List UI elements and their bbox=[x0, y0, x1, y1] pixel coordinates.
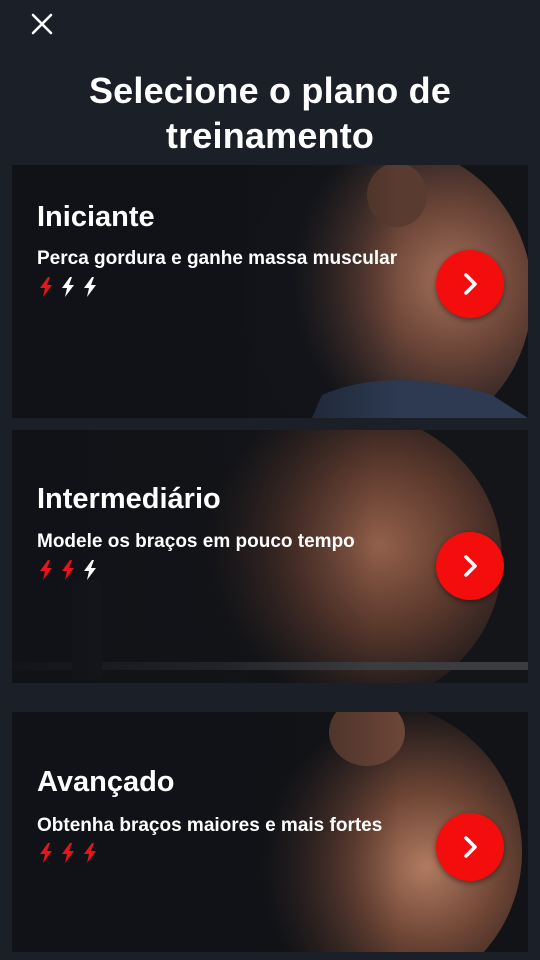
plan-title: Avançado bbox=[37, 766, 175, 798]
plan-card-avancado[interactable]: Avançado Obtenha braços maiores e mais f… bbox=[12, 712, 528, 952]
plan-card-iniciante[interactable]: Iniciante Perca gordura e ganhe massa mu… bbox=[12, 165, 528, 418]
plan-subtitle: Perca gordura e ganhe massa muscular bbox=[37, 248, 398, 269]
plan-title: Intermediário bbox=[37, 483, 221, 515]
plan-title: Iniciante bbox=[37, 201, 155, 233]
close-button[interactable] bbox=[24, 6, 60, 42]
page-title: Selecione o plano de treinamento bbox=[88, 70, 452, 156]
close-icon bbox=[31, 13, 53, 35]
lightning-bolt-icon bbox=[62, 560, 74, 580]
open-plan-button[interactable] bbox=[436, 813, 504, 881]
intensity-indicator bbox=[38, 560, 98, 580]
chevron-right-icon bbox=[464, 836, 477, 858]
lightning-bolt-icon bbox=[84, 277, 96, 297]
lightning-bolt-icon bbox=[40, 277, 52, 297]
open-plan-button[interactable] bbox=[436, 532, 504, 600]
chevron-right-icon bbox=[464, 555, 477, 577]
lightning-bolt-icon bbox=[84, 560, 96, 580]
lightning-bolt-icon bbox=[62, 277, 74, 297]
plan-selection-screen: Selecione o plano de treinamento Inician… bbox=[0, 0, 540, 960]
plan-card-intermediario[interactable]: Intermediário Modele os braços em pouco … bbox=[12, 430, 528, 683]
intensity-indicator bbox=[38, 277, 98, 297]
intensity-indicator bbox=[38, 843, 98, 863]
open-plan-button[interactable] bbox=[436, 250, 504, 318]
plan-subtitle: Obtenha braços maiores e mais fortes bbox=[37, 815, 383, 836]
lightning-bolt-icon bbox=[40, 843, 52, 863]
plan-subtitle: Modele os braços em pouco tempo bbox=[37, 531, 355, 552]
lightning-bolt-icon bbox=[84, 843, 96, 863]
lightning-bolt-icon bbox=[62, 843, 74, 863]
chevron-right-icon bbox=[464, 273, 477, 295]
lightning-bolt-icon bbox=[40, 560, 52, 580]
